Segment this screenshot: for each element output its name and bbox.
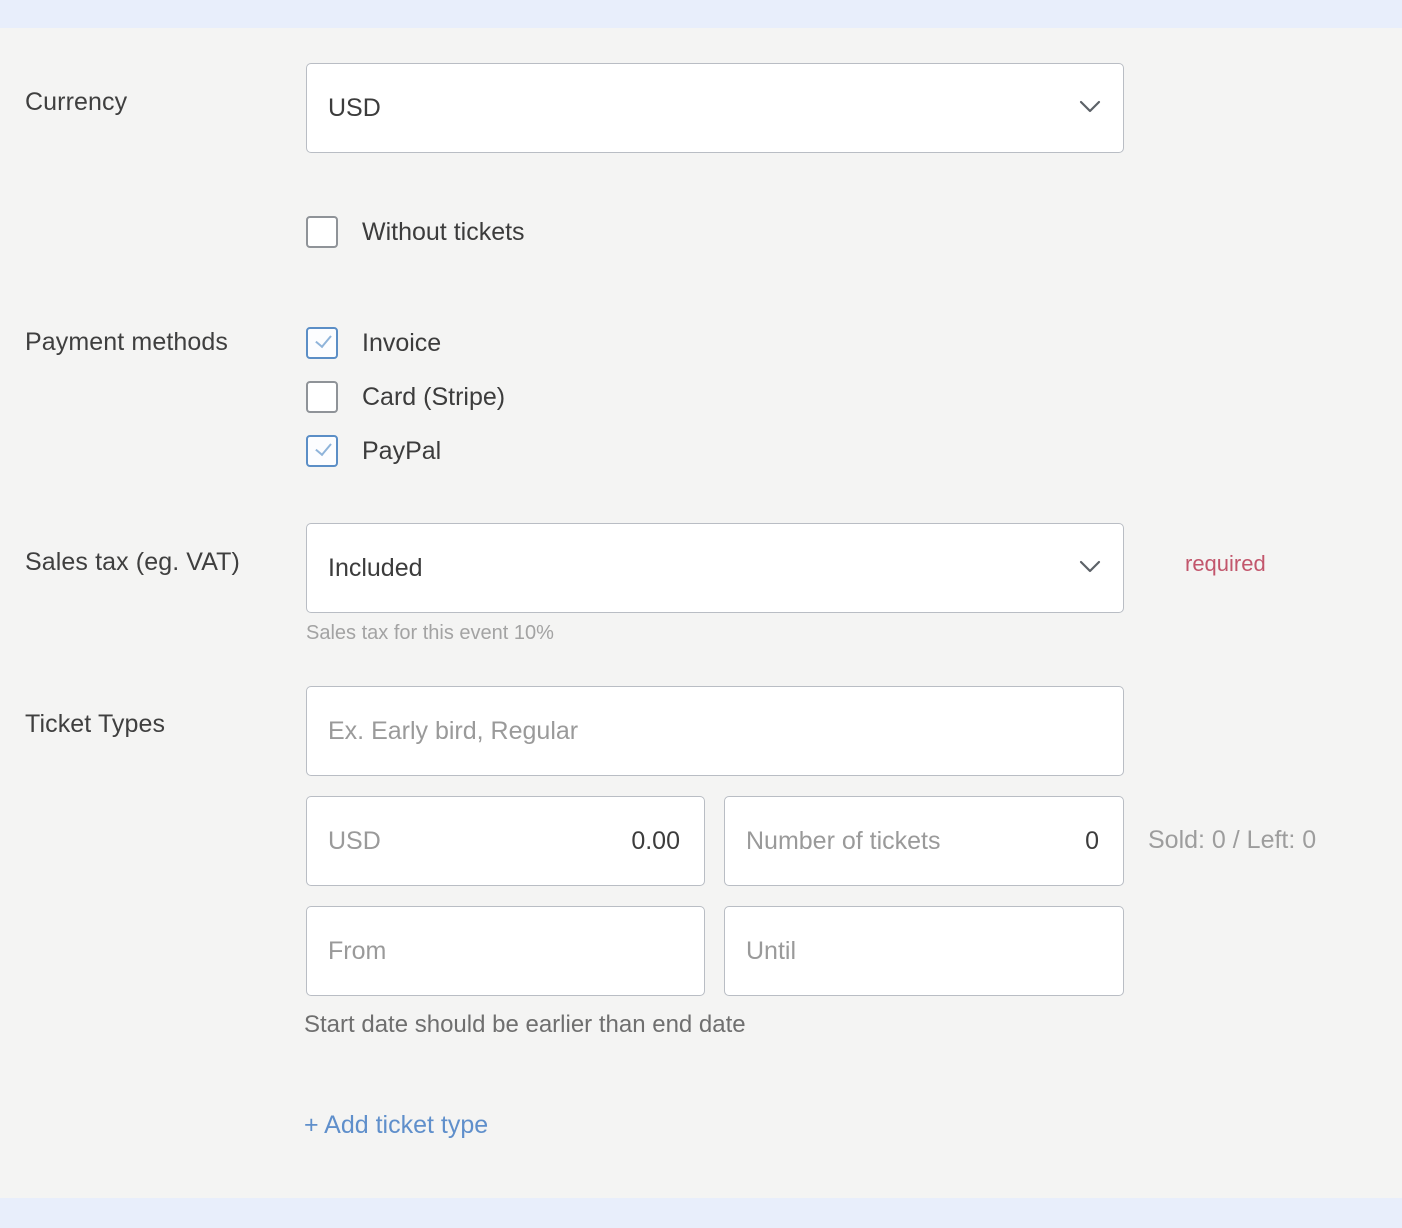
- sales-tax-helper-text: Sales tax for this event 10%: [306, 622, 554, 645]
- payment-method-paypal[interactable]: PayPal: [306, 434, 441, 468]
- ticket-type-name-input[interactable]: Ex. Early bird, Regular: [306, 686, 1124, 776]
- settings-form-page: Currency USD Without tickets Payment met…: [0, 0, 1402, 1228]
- ticket-quantity-input[interactable]: Number of tickets 0: [724, 796, 1124, 886]
- paypal-checkbox[interactable]: [306, 435, 338, 467]
- sales-tax-required-badge: required: [1185, 551, 1266, 577]
- sales-tax-label: Sales tax (eg. VAT): [25, 548, 240, 577]
- sales-tax-select[interactable]: Included: [306, 523, 1124, 613]
- ticket-type-name-placeholder: Ex. Early bird, Regular: [307, 717, 578, 746]
- ticket-price-value: 0.00: [631, 827, 680, 856]
- ticket-date-validation-note: Start date should be earlier than end da…: [304, 1011, 746, 1039]
- without-tickets-label: Without tickets: [362, 218, 525, 247]
- currency-select[interactable]: USD: [306, 63, 1124, 153]
- without-tickets-checkbox-row[interactable]: Without tickets: [306, 215, 525, 249]
- without-tickets-checkbox[interactable]: [306, 216, 338, 248]
- invoice-label: Invoice: [362, 329, 441, 358]
- paypal-label: PayPal: [362, 437, 441, 466]
- chevron-down-icon: [1079, 100, 1101, 122]
- sales-tax-select-value: Included: [307, 554, 423, 583]
- card-stripe-checkbox[interactable]: [306, 381, 338, 413]
- ticket-quantity-placeholder: Number of tickets: [725, 827, 941, 856]
- ticket-price-input[interactable]: USD 0.00: [306, 796, 705, 886]
- card-stripe-label: Card (Stripe): [362, 383, 505, 412]
- currency-select-value: USD: [307, 94, 381, 123]
- ticket-stock-info: Sold: 0 / Left: 0: [1148, 826, 1316, 855]
- payment-method-card-stripe[interactable]: Card (Stripe): [306, 380, 505, 414]
- payment-methods-label: Payment methods: [25, 328, 228, 357]
- ticket-sale-until-input[interactable]: Until: [724, 906, 1124, 996]
- invoice-checkbox[interactable]: [306, 327, 338, 359]
- ticket-sale-until-placeholder: Until: [725, 937, 796, 966]
- ticket-sale-from-placeholder: From: [307, 937, 386, 966]
- ticket-quantity-value: 0: [1085, 827, 1099, 856]
- payment-method-invoice[interactable]: Invoice: [306, 326, 441, 360]
- bottom-accent-band: [0, 1198, 1402, 1228]
- currency-label: Currency: [25, 88, 127, 117]
- top-accent-band: [0, 0, 1402, 28]
- chevron-down-icon: [1079, 560, 1101, 582]
- add-ticket-type-link[interactable]: + Add ticket type: [304, 1111, 488, 1140]
- ticket-price-currency: USD: [307, 827, 381, 856]
- ticket-types-label: Ticket Types: [25, 710, 165, 739]
- ticket-sale-from-input[interactable]: From: [306, 906, 705, 996]
